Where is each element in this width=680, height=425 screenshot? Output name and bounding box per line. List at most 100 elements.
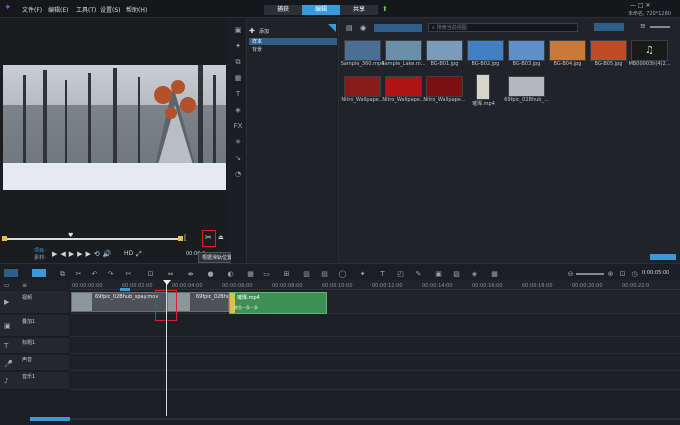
text-icon[interactable]: T <box>378 270 387 278</box>
instant-project-icon[interactable]: ✦ <box>233 42 243 50</box>
add-folder-label[interactable]: 添加 <box>259 28 269 35</box>
track-manager-icon[interactable]: ⧉ <box>58 270 67 278</box>
project-mode[interactable]: 项目- <box>34 247 46 254</box>
menu-tools[interactable]: 工具(T) <box>76 5 96 14</box>
lock-icon[interactable]: ▭ <box>4 282 10 289</box>
media-item[interactable]: Nitro_Wallpape... <box>382 76 426 103</box>
track-row-music[interactable] <box>70 372 680 390</box>
motion-icon[interactable]: ⇼ <box>186 270 195 278</box>
zoom-out-icon[interactable]: ⊖ <box>566 270 575 278</box>
track-row-voice[interactable] <box>70 355 680 371</box>
library-options[interactable] <box>650 254 676 260</box>
media-item[interactable]: BG-B05.jpg <box>590 40 631 67</box>
motion-track-icon[interactable]: ◰ <box>396 270 405 278</box>
video-clip[interactable]: 69fpic_02Bhub_spay.mov <box>71 292 167 312</box>
clock-icon[interactable]: ◷ <box>630 270 639 278</box>
media-item[interactable]: BG-B03.jpg <box>508 40 549 67</box>
media-item[interactable]: Sample_360.mp4 <box>341 40 385 67</box>
media-item[interactable]: 璀璨.mp4 <box>472 74 506 107</box>
camera-icon[interactable]: ⏏ <box>218 234 224 241</box>
timewarp-icon[interactable]: ✦ <box>358 270 367 278</box>
media-icon[interactable]: ▣ <box>233 26 243 34</box>
media-item[interactable]: ♫ MB00003h(4)2... <box>629 40 672 67</box>
media-item[interactable]: Nitro_Wallpape... <box>341 76 385 103</box>
view-toggle[interactable] <box>594 23 624 31</box>
media-filter-buttons[interactable] <box>374 24 422 32</box>
smart-icon[interactable]: ✂ <box>74 270 83 278</box>
sort-icon[interactable]: ≡ <box>640 22 646 30</box>
filmstrip-icon[interactable]: ▦ <box>233 74 243 82</box>
clip-mode[interactable]: 素材- <box>34 254 46 261</box>
record-icon-red[interactable]: ● <box>206 270 215 278</box>
redo-icon[interactable]: ↷ <box>106 270 115 278</box>
menu-help[interactable]: 帮助(H) <box>126 5 147 14</box>
mark-out-handle[interactable] <box>178 236 183 241</box>
menu-settings[interactable]: 设置(S) <box>100 5 121 14</box>
audio-ducking-icon[interactable]: ▥ <box>302 270 311 278</box>
crop-icon[interactable]: ⊡ <box>146 270 155 278</box>
tab-capture[interactable]: 捕获 <box>264 5 302 15</box>
media-thumb <box>426 76 463 97</box>
speech-icon[interactable]: ◯ <box>338 270 347 278</box>
zoom-slider[interactable] <box>576 273 604 275</box>
split-screen-icon[interactable]: ⇔ <box>166 270 175 278</box>
window-controls[interactable]: — □ ✕ <box>630 2 651 9</box>
ripple-icon[interactable]: ≡ <box>22 282 27 289</box>
fullscreen-icon[interactable]: ⤢ <box>136 250 142 259</box>
media-item[interactable]: Nitro_Wallpape... <box>423 76 467 103</box>
zoom-in-icon[interactable]: ⊕ <box>606 270 615 278</box>
path-icon[interactable]: ↘ <box>233 154 243 162</box>
upgrade-icon[interactable]: ⬆ <box>382 5 388 13</box>
graphics-icon[interactable]: ◈ <box>233 106 243 114</box>
search-input[interactable]: ⌕ 搜索当前视图 <box>428 23 578 32</box>
subtitle-icon[interactable]: ▭ <box>262 270 271 278</box>
folder-background[interactable]: 背景 <box>252 46 262 53</box>
playhead-handle[interactable] <box>163 280 171 285</box>
tab-edit[interactable]: 编辑 <box>302 5 340 15</box>
scissors-icon[interactable]: ✂ <box>205 233 212 242</box>
playback-controls[interactable]: ▶◀▶▶▶⟲🔊 <box>52 250 115 258</box>
transition-icon[interactable]: ⧉ <box>233 58 243 66</box>
storyboard-view-button[interactable] <box>32 269 46 277</box>
import-folder-icon[interactable]: ▤ <box>346 24 353 32</box>
speed-icon[interactable]: ◔ <box>233 170 243 178</box>
title-icon[interactable]: T <box>233 90 243 98</box>
timeline-view-button[interactable] <box>4 269 18 277</box>
audio-icon[interactable]: ▦ <box>490 270 499 278</box>
3d-title-icon[interactable]: ▦ <box>246 270 255 278</box>
media-item[interactable]: BG-B01.jpg <box>426 40 467 67</box>
media-label: BG-B02.jpg <box>471 61 500 67</box>
hd-toggle[interactable]: HD <box>124 250 133 257</box>
bracket-icon[interactable]: [ <box>184 234 187 242</box>
menu-file[interactable]: 文件(F) <box>22 5 42 14</box>
painting-icon[interactable]: ✎ <box>414 270 423 278</box>
thumb-size-slider[interactable] <box>650 26 670 28</box>
record-icon[interactable]: ◉ <box>360 24 366 32</box>
track-row-title[interactable] <box>70 338 680 354</box>
media-item[interactable]: 69fpic_02Bhub_... <box>504 76 549 103</box>
lens-icon[interactable]: ◈ <box>470 270 479 278</box>
cut-icon[interactable]: ✂ <box>124 270 133 278</box>
stabilize-icon[interactable]: ▣ <box>434 270 443 278</box>
media-item[interactable]: Sample_Lake.m... <box>381 40 426 67</box>
mask-icon[interactable]: ◐ <box>226 270 235 278</box>
timeline-scrollbar[interactable] <box>30 417 70 421</box>
video-clip-selected[interactable]: 璀璨.mp4 鲸鱼一条一条 <box>229 292 327 314</box>
fx-icon[interactable]: FX <box>233 122 243 130</box>
tab-share[interactable]: 共享 <box>340 5 378 15</box>
mark-in-handle[interactable] <box>2 236 7 241</box>
menu-edit[interactable]: 编辑(E) <box>48 5 68 14</box>
timeline-scroll-track[interactable] <box>70 418 680 420</box>
multicam-icon[interactable]: ⊞ <box>282 270 291 278</box>
track-transparency-icon[interactable]: ▤ <box>320 270 329 278</box>
undo-icon[interactable]: ↶ <box>90 270 99 278</box>
media-item[interactable]: BG-B02.jpg <box>467 40 508 67</box>
media-item[interactable]: BG-B04.jpg <box>549 40 590 67</box>
color-grade-icon[interactable]: ▨ <box>452 270 461 278</box>
fit-icon[interactable]: ⊡ <box>618 270 627 278</box>
folder-sample[interactable] <box>249 38 337 45</box>
filter-icon[interactable]: ✳ <box>233 138 243 146</box>
scrub-bar[interactable] <box>4 238 182 240</box>
playhead-line[interactable] <box>166 281 167 416</box>
add-folder-icon[interactable]: ✚ <box>249 27 255 35</box>
